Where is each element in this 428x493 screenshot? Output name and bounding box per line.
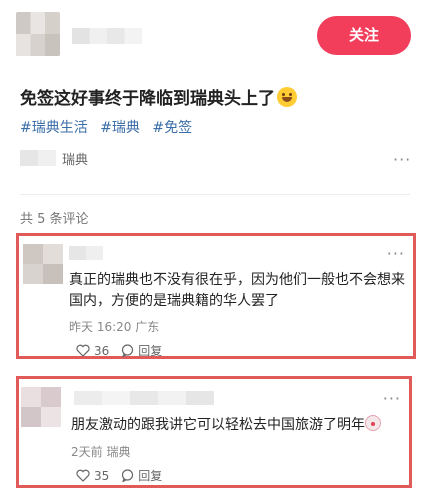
comment-meta: 昨天 16:20 广东	[69, 320, 160, 334]
comment-more-icon[interactable]: ···	[383, 389, 401, 408]
tag-visa-free[interactable]: #免签	[152, 120, 192, 136]
comment-item: ··· 真正的瑞典也不没有很在乎，因为他们一般也不会想来国内，方便的是瑞典籍的华…	[16, 233, 416, 359]
heart-icon	[76, 344, 90, 357]
reply-button[interactable]: 回复	[121, 467, 162, 484]
comment-item: ··· 朋友激动的跟我讲它可以轻松去中国旅游了明年 2天前 瑞典 35 回复	[16, 376, 412, 488]
comment-actions: 36 回复	[76, 342, 174, 359]
post-more-icon[interactable]: ···	[393, 150, 411, 169]
reply-label: 回复	[138, 469, 163, 483]
commenter-avatar[interactable]	[23, 244, 63, 284]
tag-sweden-life[interactable]: #瑞典生活	[20, 120, 88, 136]
like-button[interactable]: 36	[76, 344, 109, 358]
divider	[20, 194, 410, 195]
tag-sweden[interactable]: #瑞典	[100, 120, 140, 136]
comment-count: 共 5 条评论	[20, 212, 89, 227]
clown-face-emoji-icon	[365, 415, 381, 431]
post-location: 瑞典	[20, 150, 89, 168]
post-title: 免签这好事终于降临到瑞典头上了	[20, 84, 297, 109]
comment-text-content: 朋友激动的跟我讲它可以轻松去中国旅游了明年	[71, 417, 365, 433]
location-blurred-prefix	[20, 150, 56, 166]
comment-meta: 2天前 瑞典	[71, 445, 131, 459]
commenter-name-blurred[interactable]	[74, 391, 214, 405]
reply-label: 回复	[138, 344, 163, 358]
follow-button[interactable]: 关注	[317, 16, 411, 55]
comment-actions: 35 回复	[76, 467, 174, 484]
post-title-text: 免签这好事终于降临到瑞典头上了	[20, 89, 275, 109]
heart-icon	[76, 469, 90, 482]
commenter-name-blurred[interactable]	[69, 246, 103, 260]
comment-bubble-icon	[122, 469, 134, 482]
author-avatar[interactable]	[16, 12, 60, 56]
post-header: 关注	[0, 0, 428, 68]
comment-more-icon[interactable]: ···	[387, 244, 405, 263]
commenter-avatar[interactable]	[21, 387, 61, 427]
location-text: 瑞典	[62, 152, 89, 168]
post-tags: #瑞典生活 #瑞典 #免签	[20, 117, 200, 137]
comment-text: 真正的瑞典也不没有很在乎，因为他们一般也不会想来国内，方便的是瑞典籍的华人罢了	[69, 272, 405, 309]
comment-text: 朋友激动的跟我讲它可以轻松去中国旅游了明年	[71, 415, 411, 436]
reply-button[interactable]: 回复	[121, 342, 162, 359]
like-button[interactable]: 35	[76, 469, 109, 483]
like-count: 36	[94, 343, 110, 358]
laughing-face-emoji-icon	[277, 87, 297, 107]
like-count: 35	[94, 468, 110, 483]
comment-bubble-icon	[122, 344, 134, 357]
author-name-blurred[interactable]	[72, 28, 142, 44]
